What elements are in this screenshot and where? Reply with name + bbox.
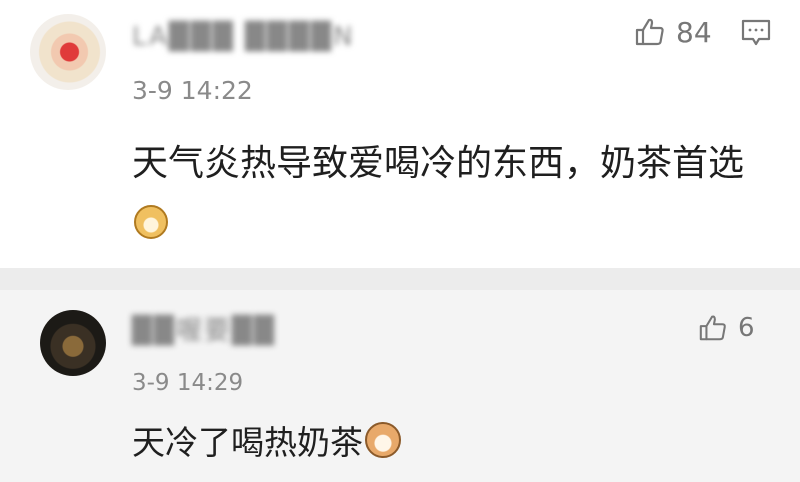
comment-item: LA███ ████N 3-9 14:22 天气炎热导致爱喝冷的东西，奶茶首选 … — [0, 0, 800, 268]
comment-text: 天气炎热导致爱喝冷的东西，奶茶首选 — [132, 134, 772, 254]
like-button[interactable]: 84 — [634, 14, 712, 50]
avatar[interactable] — [40, 310, 106, 376]
like-count: 84 — [676, 15, 712, 49]
username[interactable]: LA███ ████N — [132, 22, 355, 52]
thumbs-up-icon — [635, 18, 664, 46]
timestamp: 3-9 14:29 — [132, 370, 244, 396]
comment-text-content: 天冷了喝热奶茶 — [132, 423, 363, 462]
like-count: 6 — [738, 313, 755, 343]
cat-emoji-icon — [365, 422, 401, 458]
like-button[interactable]: 6 — [698, 310, 755, 346]
reply-item: ██喔要██ 3-9 14:29 天冷了喝热奶茶 6 — [0, 290, 800, 482]
avatar[interactable] — [30, 14, 106, 90]
comment-text-content: 天气炎热导致爱喝冷的东西，奶茶首选 — [132, 143, 745, 184]
timestamp: 3-9 14:22 — [132, 76, 253, 105]
username[interactable]: ██喔要██ — [132, 310, 276, 347]
comment-text: 天冷了喝热奶茶 — [132, 418, 732, 468]
doge-emoji-icon — [134, 205, 168, 239]
comment-reply-icon[interactable] — [740, 18, 772, 48]
comment-separator — [0, 268, 800, 290]
thumbs-up-icon — [699, 315, 726, 341]
